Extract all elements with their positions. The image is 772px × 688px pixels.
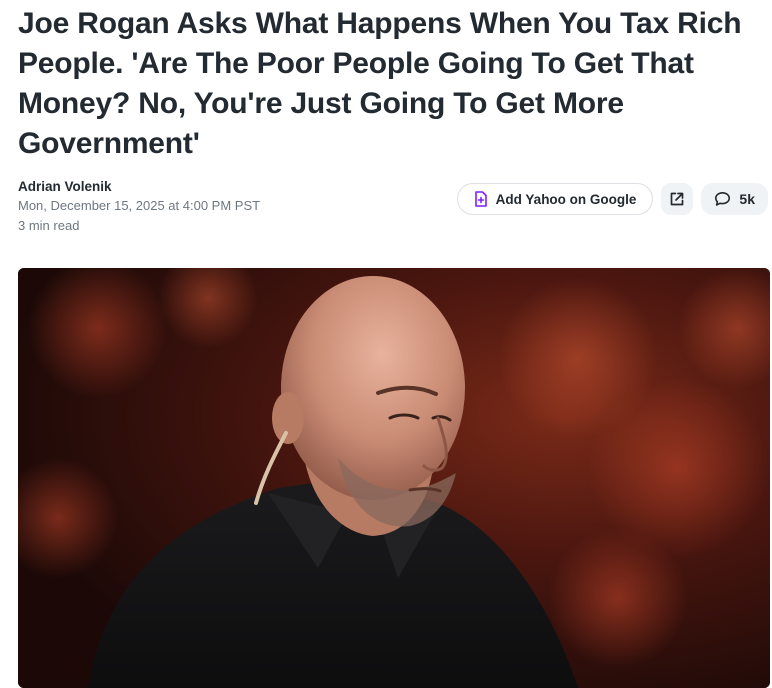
hero-image	[18, 268, 770, 688]
share-button[interactable]	[661, 183, 694, 215]
document-plus-icon	[474, 191, 488, 207]
comment-bubble-icon	[714, 191, 731, 207]
article-headline: Joe Rogan Asks What Happens When You Tax…	[18, 7, 742, 160]
read-time: 3 min read	[18, 218, 80, 233]
add-yahoo-on-google-button[interactable]: Add Yahoo on Google	[456, 183, 654, 215]
publish-date: Mon, December 15, 2025 at 4:00 PM PST	[18, 198, 261, 213]
byline: Adrian Volenik Mon, December 15, 2025 at…	[18, 178, 338, 236]
author-name[interactable]: Adrian Volenik	[18, 178, 338, 196]
comments-count: 5k	[739, 191, 755, 207]
comments-button[interactable]: 5k	[701, 183, 768, 215]
add-yahoo-on-google-label: Add Yahoo on Google	[495, 191, 637, 207]
share-external-icon	[669, 191, 685, 207]
article-actions: Add Yahoo on Google 5k	[456, 183, 768, 215]
